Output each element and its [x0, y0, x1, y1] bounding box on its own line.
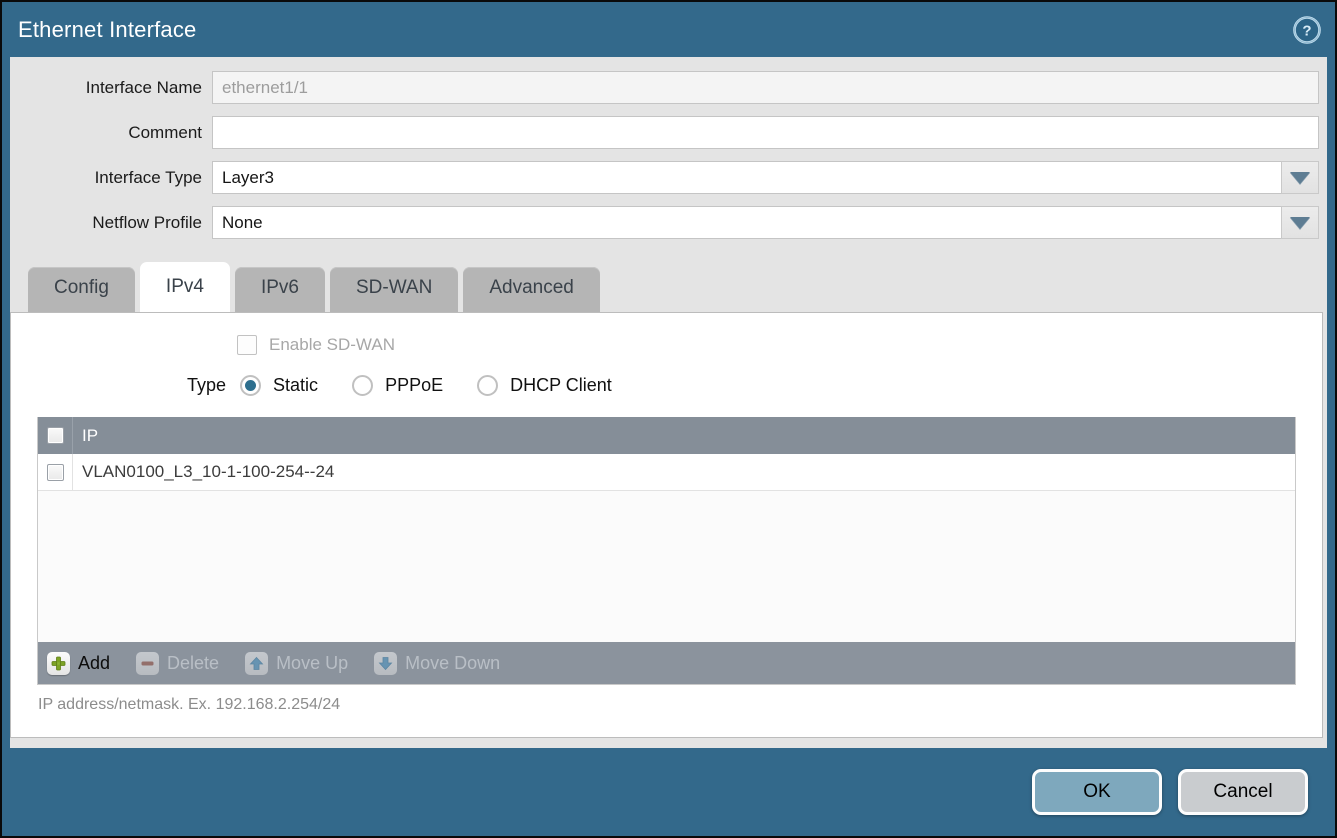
ip-table-header: IP [38, 417, 1295, 454]
tab-advanced[interactable]: Advanced [463, 267, 600, 312]
ip-address-table: IP VLAN0100_L3_10-1-100-254--24 [37, 417, 1296, 685]
help-icon[interactable]: ? [1293, 16, 1321, 44]
netflow-profile-label: Netflow Profile [10, 213, 212, 233]
tab-ipv4[interactable]: IPv4 [140, 262, 230, 312]
radio-option-static[interactable]: Static [240, 375, 318, 396]
netflow-profile-select[interactable]: None [212, 206, 1319, 239]
netflow-profile-dropdown-button[interactable] [1281, 206, 1319, 239]
enable-sdwan-row: Enable SD-WAN [237, 335, 1322, 355]
interface-type-select[interactable]: Layer3 [212, 161, 1319, 194]
chevron-down-icon [1290, 172, 1310, 184]
dialog-body: Interface Name Comment Interface Type La… [10, 57, 1327, 748]
enable-sdwan-checkbox [237, 335, 257, 355]
radio-pppoe[interactable] [352, 375, 373, 396]
type-label: Type [187, 375, 226, 396]
move-up-button: Move Up [245, 652, 348, 675]
table-empty-area [38, 491, 1295, 642]
form-row-interface-type: Interface Type Layer3 [10, 161, 1319, 194]
minus-icon [136, 652, 159, 675]
radio-static[interactable] [240, 375, 261, 396]
dialog-footer: OK Cancel [2, 748, 1335, 836]
move-down-button: Move Down [374, 652, 500, 675]
chevron-down-icon [1290, 217, 1310, 229]
arrow-up-icon [245, 652, 268, 675]
delete-button-label: Delete [167, 653, 219, 674]
svg-text:?: ? [1302, 22, 1311, 39]
dialog-titlebar: Ethernet Interface ? [2, 2, 1335, 57]
dialog-title: Ethernet Interface [18, 17, 196, 43]
radio-pppoe-label: PPPoE [385, 375, 443, 396]
interface-type-dropdown-button[interactable] [1281, 161, 1319, 194]
interface-name-label: Interface Name [10, 78, 212, 98]
netflow-profile-value[interactable]: None [212, 206, 1281, 239]
form-row-comment: Comment [10, 116, 1319, 149]
ip-cell-value[interactable]: VLAN0100_L3_10-1-100-254--24 [73, 462, 334, 482]
table-row[interactable]: VLAN0100_L3_10-1-100-254--24 [38, 454, 1295, 491]
comment-field[interactable] [212, 116, 1319, 149]
enable-sdwan-label: Enable SD-WAN [269, 335, 395, 355]
ok-button[interactable]: OK [1032, 769, 1162, 815]
arrow-down-icon [374, 652, 397, 675]
table-toolbar: Add Delete [38, 642, 1295, 684]
form-row-netflow-profile: Netflow Profile None [10, 206, 1319, 239]
tab-ipv6[interactable]: IPv6 [235, 267, 325, 312]
move-up-button-label: Move Up [276, 653, 348, 674]
header-checkbox-cell [38, 417, 73, 454]
radio-option-dhcp-client[interactable]: DHCP Client [477, 375, 612, 396]
radio-option-pppoe[interactable]: PPPoE [352, 375, 443, 396]
row-checkbox[interactable] [47, 464, 64, 481]
comment-label: Comment [10, 123, 212, 143]
tab-sdwan[interactable]: SD-WAN [330, 267, 458, 312]
radio-dhcp-client-label: DHCP Client [510, 375, 612, 396]
type-radio-group: Type Static PPPoE DHCP Client [187, 375, 1322, 396]
ethernet-interface-dialog: Ethernet Interface ? Interface Name Comm… [0, 0, 1337, 838]
select-all-checkbox[interactable] [47, 427, 64, 444]
interface-form: Interface Name Comment Interface Type La… [10, 57, 1327, 251]
tab-bar: Config IPv4 IPv6 SD-WAN Advanced [10, 261, 1327, 312]
row-checkbox-cell [38, 454, 73, 490]
cancel-button[interactable]: Cancel [1178, 769, 1308, 815]
form-row-interface-name: Interface Name [10, 71, 1319, 104]
tab-config[interactable]: Config [28, 267, 135, 312]
interface-type-label: Interface Type [10, 168, 212, 188]
radio-dhcp-client[interactable] [477, 375, 498, 396]
ipv4-tab-panel: Enable SD-WAN Type Static PPPoE DHCP Cli… [10, 312, 1323, 738]
interface-type-value[interactable]: Layer3 [212, 161, 1281, 194]
ip-column-header: IP [73, 426, 98, 446]
radio-static-label: Static [273, 375, 318, 396]
add-button-label: Add [78, 653, 110, 674]
delete-button: Delete [136, 652, 219, 675]
add-button[interactable]: Add [47, 652, 110, 675]
interface-name-field [212, 71, 1319, 104]
ip-format-hint: IP address/netmask. Ex. 192.168.2.254/24 [38, 696, 1322, 714]
move-down-button-label: Move Down [405, 653, 500, 674]
plus-icon [47, 652, 70, 675]
